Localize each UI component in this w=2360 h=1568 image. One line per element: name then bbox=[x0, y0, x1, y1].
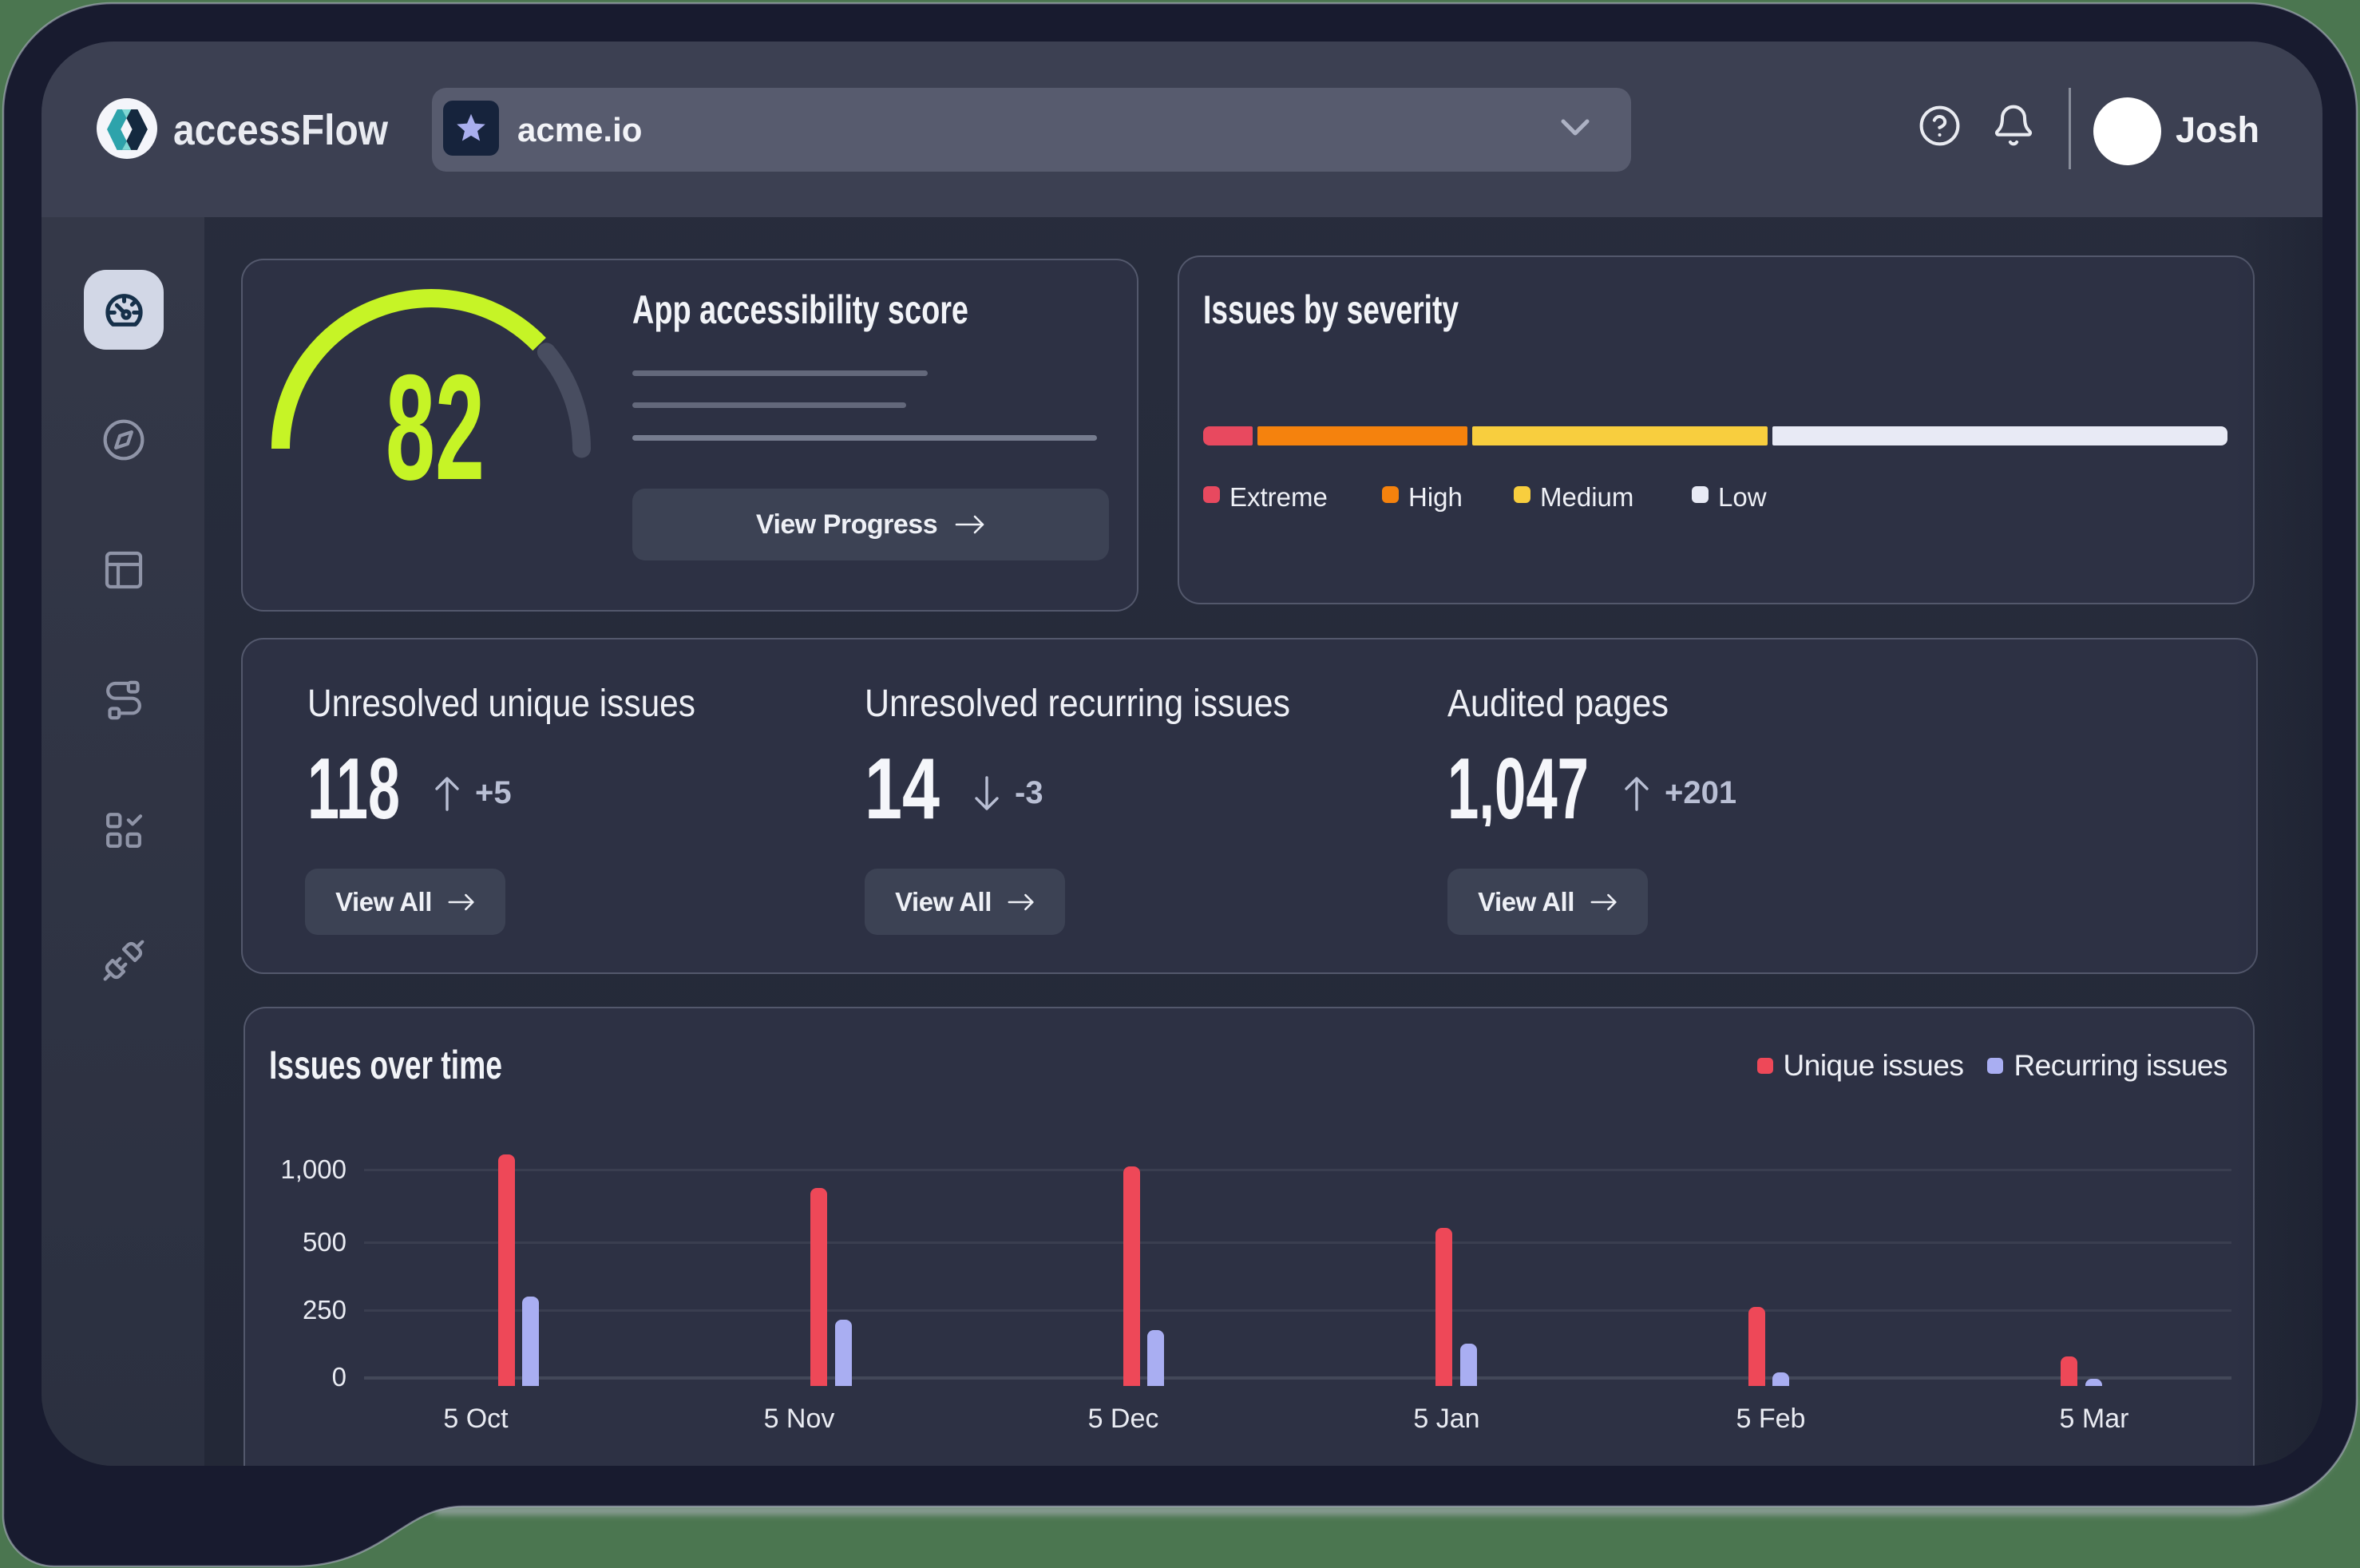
svg-text:82: 82 bbox=[386, 351, 485, 495]
svg-text:Unresolved unique issues: Unresolved unique issues bbox=[307, 687, 695, 725]
svg-text:Unresolved recurring issues: Unresolved recurring issues bbox=[865, 687, 1290, 725]
svg-text:Issues over time: Issues over time bbox=[269, 1043, 502, 1087]
svg-text:14: 14 bbox=[865, 750, 940, 826]
svg-text:Audited pages: Audited pages bbox=[1447, 687, 1669, 725]
svg-text:Issues by severity: Issues by severity bbox=[1203, 287, 1459, 332]
svg-text:App accessibility score: App accessibility score bbox=[632, 287, 968, 332]
svg-text:118: 118 bbox=[307, 750, 400, 826]
svg-text:1,047: 1,047 bbox=[1447, 750, 1589, 826]
svg-text:accessFlow: accessFlow bbox=[173, 106, 389, 154]
